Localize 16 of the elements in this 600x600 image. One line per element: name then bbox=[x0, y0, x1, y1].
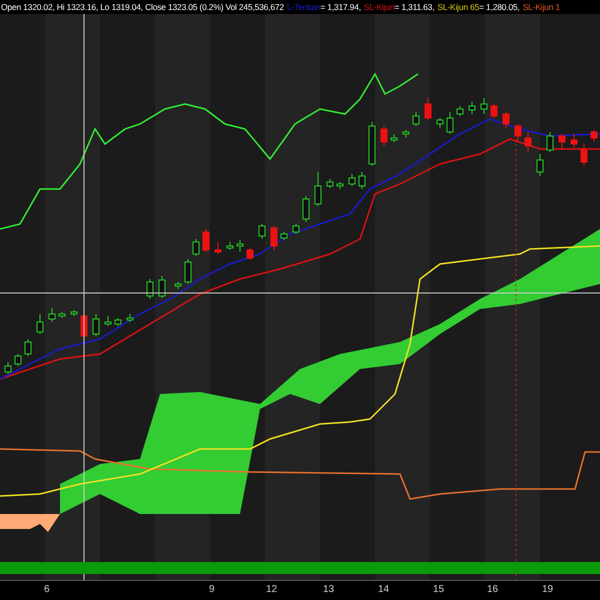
axis-label: 9 bbox=[209, 585, 215, 595]
axis-label: 13 bbox=[323, 585, 334, 595]
axis-label: 6 bbox=[44, 585, 50, 595]
indicator-label: L-Tenkan bbox=[286, 2, 320, 12]
indicator-value: = 1,280.05, bbox=[479, 2, 520, 12]
axis-label: 12 bbox=[266, 585, 278, 595]
indicator-value: = 1,317.94, bbox=[320, 2, 361, 12]
indicator-value: = 1,311.63, bbox=[394, 2, 434, 12]
ohlc-readout: Open 1320.02, Hi 1323.16, Lo 1319.04, Close 1323.05 (0.2%) Vol 245,536,672 bbox=[1, 2, 284, 12]
axis-label: 15 bbox=[433, 585, 444, 595]
axis-label: 14 bbox=[378, 585, 390, 595]
indicator-label: SL-Kijun 65 bbox=[437, 2, 480, 12]
axis-label: 16 bbox=[487, 585, 498, 595]
indicator-label: SL-Kijun 1 bbox=[522, 2, 560, 12]
indicator-label: SL-Kijun bbox=[364, 2, 394, 12]
axis-label: 19 bbox=[542, 585, 554, 595]
